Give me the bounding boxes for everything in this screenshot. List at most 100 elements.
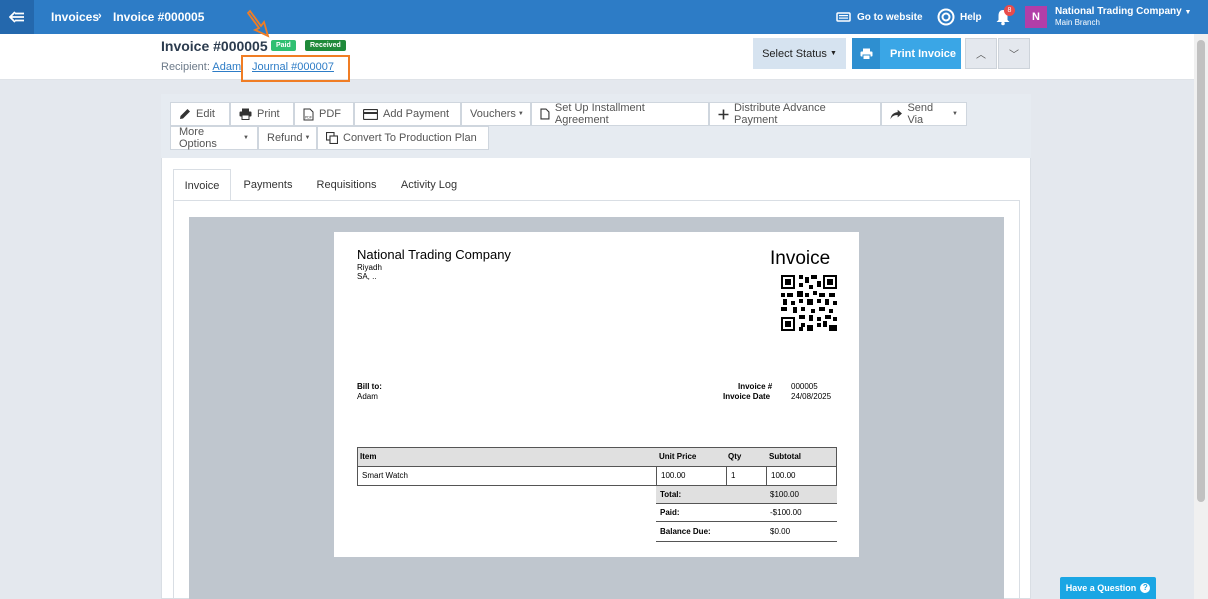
tab-payments[interactable]: Payments [233,169,303,201]
avatar[interactable]: N [1025,6,1047,28]
vouchers-dropdown[interactable]: Vouchers ▼ [461,102,531,126]
installment-agreement-button[interactable]: Set Up Installment Agreement [531,102,709,126]
recipient-link[interactable]: Adam [212,61,241,73]
company-name: National Trading Company [1055,6,1182,17]
invoice-date-value: 24/08/2025 [791,392,832,401]
edit-button[interactable]: Edit [170,102,230,126]
tab-invoice[interactable]: Invoice [173,169,231,201]
installment-label: Set Up Installment Agreement [554,102,645,126]
print-invoice-label: Print Invoice [890,47,957,60]
tab-panel-border-right [1019,201,1020,599]
highlight-box [241,55,350,82]
paid-row [656,504,837,522]
tab-requisitions[interactable]: Requisitions [305,169,388,201]
printer-icon [852,38,880,69]
distribute-label: Distribute Advance Payment [733,102,826,126]
row-qty: 1 [731,471,736,480]
header-item: Item [360,452,377,461]
caret-down-icon: ▼ [952,111,958,117]
col-divider [726,466,727,486]
menu-toggle-button[interactable] [0,0,34,34]
more-options-dropdown[interactable]: More Options ▼ [170,126,258,150]
send-via-label: Send Via [907,102,934,126]
previous-button[interactable]: ︿ [965,38,997,69]
paid-label: Paid: [660,508,680,517]
pencil-icon [180,109,190,119]
tab-panel-border-left [173,201,174,599]
pdf-file-icon: PDF [303,108,314,120]
refund-label: Refund [267,132,303,144]
distribute-advance-button[interactable]: Distribute Advance Payment [709,102,881,126]
recipient-line: Recipient: Adam [161,61,241,73]
notification-count-badge: 8 [1004,5,1015,16]
print-label: Print [257,108,280,120]
go-to-website-label: Go to website [857,11,923,23]
row-subtotal: 100.00 [771,471,796,480]
have-a-question-button[interactable]: Have a Question ? [1060,577,1156,599]
highlight-arrow-icon [247,9,270,38]
convert-production-plan-button[interactable]: Convert To Production Plan [317,126,489,150]
help-button-label: Have a Question [1065,583,1137,593]
svg-text:PDF: PDF [305,115,312,119]
print-invoice-button[interactable]: Print Invoice [852,38,961,69]
bill-to-name: Adam [357,392,378,401]
received-badge: Received [305,40,346,51]
header-subtotal: Subtotal [769,452,801,461]
tab-activity-log[interactable]: Activity Log [390,169,468,201]
table-header-row [357,447,837,467]
question-circle-icon: ? [1140,583,1151,593]
more-options-label: More Options [179,126,217,150]
share-arrow-icon [890,109,902,119]
pdf-label: PDF [319,108,341,120]
company-switcher[interactable]: National Trading Company ▼ Main Branch [1055,6,1191,28]
chevron-down-icon: ▼ [1184,9,1192,16]
copy-icon [326,132,338,144]
next-button[interactable]: ﹀ [998,38,1030,69]
send-via-dropdown[interactable]: Send Via ▼ [881,102,967,126]
breadcrumb-invoices[interactable]: Invoices [51,10,99,24]
breadcrumb-current: Invoice #000005 [113,10,205,24]
chevron-down-icon: ﹀ [1009,50,1019,61]
help-link[interactable]: Help [937,0,982,34]
select-status-dropdown[interactable]: Select Status ▼ [753,38,846,69]
caret-down-icon: ▼ [829,50,837,57]
total-row [656,486,837,504]
go-to-website-link[interactable]: Go to website [836,0,923,34]
paid-value: -$100.00 [770,508,802,517]
help-label: Help [960,11,982,23]
pdf-button[interactable]: PDF PDF [294,102,354,126]
total-value: $100.00 [770,490,799,499]
chevron-up-icon: ︿ [976,50,986,61]
doc-city: Riyadh [357,263,382,272]
caret-down-icon: ▼ [304,135,311,141]
scrollbar-thumb[interactable] [1197,40,1205,502]
branch-name: Main Branch [1055,18,1100,27]
monitor-icon [836,11,851,22]
header-qty: Qty [728,452,742,461]
breadcrumb-separator-icon: › [98,10,102,22]
add-payment-label: Add Payment [383,108,450,120]
row-item: Smart Watch [362,471,408,480]
col-divider [656,466,657,486]
edit-label: Edit [196,108,215,120]
select-status-label: Select Status [762,47,827,60]
invoice-number-label: Invoice # [738,382,773,391]
page-scrollbar[interactable] [1194,34,1208,599]
caret-down-icon: ▼ [517,111,524,117]
recipient-label: Recipient: [161,61,210,73]
printer-icon [239,108,252,120]
print-button[interactable]: Print [230,102,294,126]
balance-label: Balance Due: [660,527,711,536]
convert-label: Convert To Production Plan [343,132,477,144]
col-divider [766,466,767,486]
invoice-number-value: 000005 [791,382,818,391]
credit-card-icon [363,108,378,120]
doc-heading: Invoice [770,248,831,269]
add-payment-button[interactable]: Add Payment [354,102,461,126]
refund-dropdown[interactable]: Refund ▼ [258,126,317,150]
tab-divider [173,200,1020,201]
total-label: Total: [660,490,682,499]
file-icon [540,108,550,120]
invoice-date-label: Invoice Date [723,392,771,401]
page-title: Invoice #000005 [161,38,268,54]
